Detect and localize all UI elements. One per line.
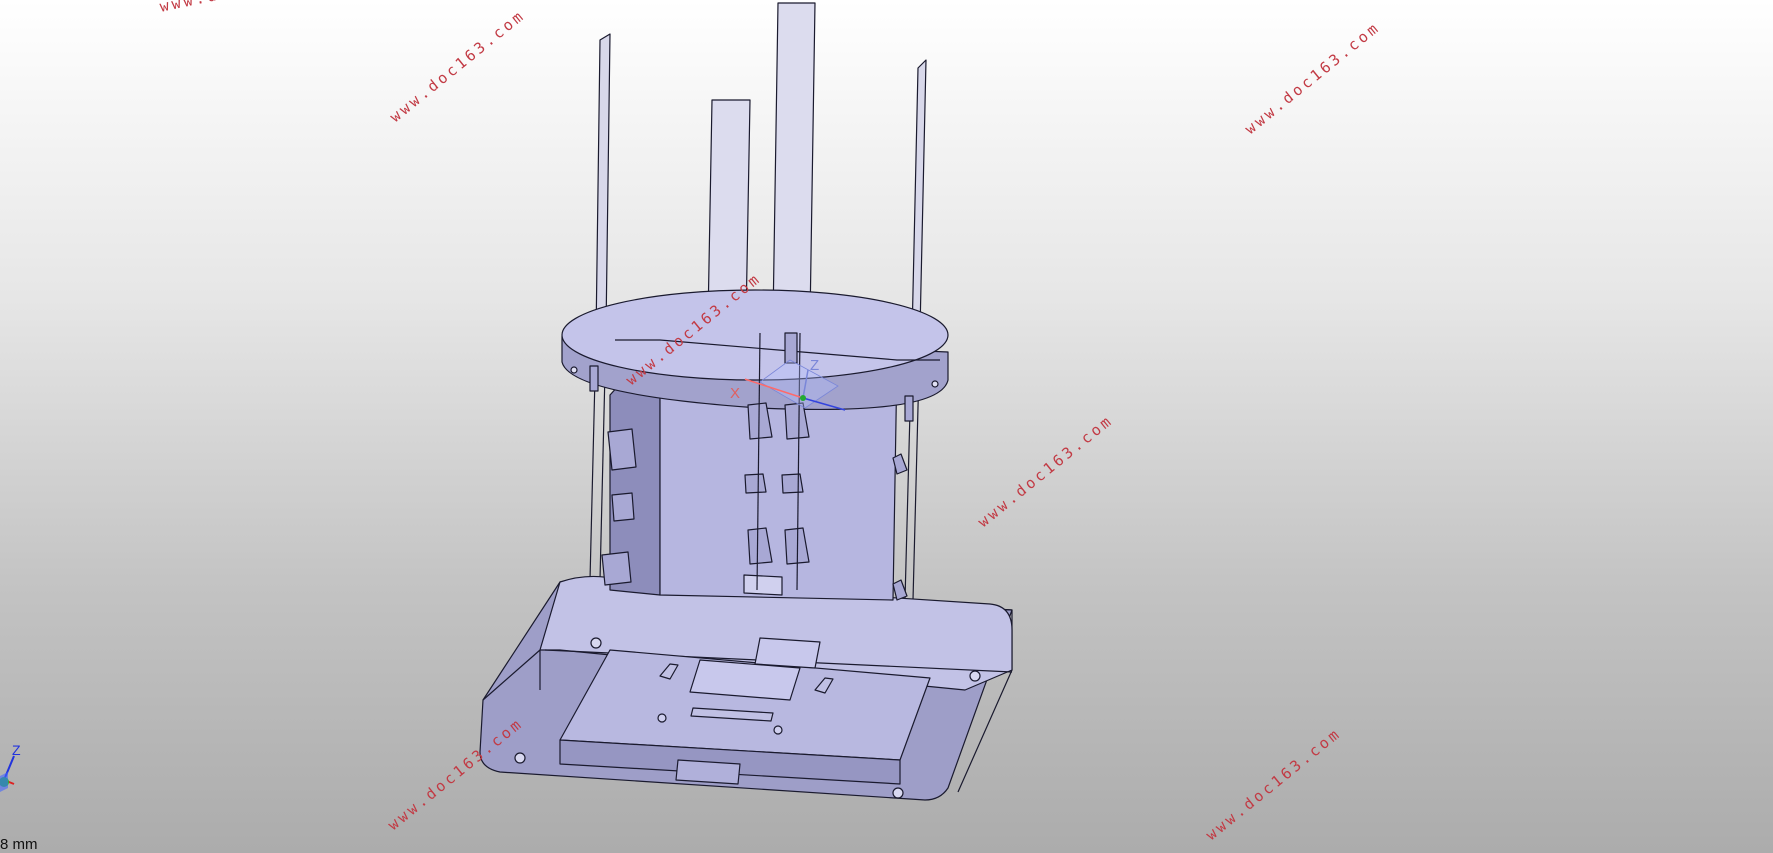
- fixture-assembly-model[interactable]: X Z: [0, 0, 1773, 853]
- triad-z-label: Z: [12, 742, 21, 758]
- base-plate: [479, 575, 1013, 801]
- cad-3d-viewport[interactable]: X Z www.doc163.com www.doc163.com www.do…: [0, 0, 1773, 853]
- scale-bar-label: 8 mm: [0, 836, 38, 853]
- model-axis-z-label: Z: [810, 357, 819, 374]
- view-orientation-triad-icon[interactable]: Z: [0, 742, 40, 800]
- model-axis-x-label: X: [730, 385, 740, 402]
- top-plate: [561, 289, 949, 411]
